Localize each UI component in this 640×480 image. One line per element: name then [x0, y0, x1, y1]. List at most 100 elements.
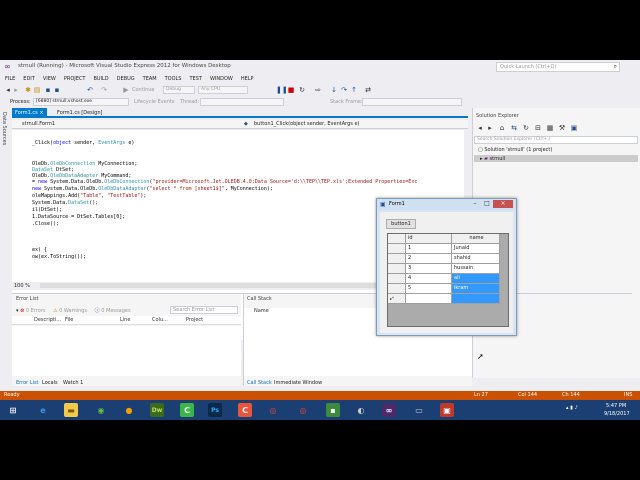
row-header[interactable]	[388, 244, 406, 254]
cell-id[interactable]: 5	[406, 284, 452, 294]
minimize-icon[interactable]: –	[469, 200, 481, 208]
menu-file[interactable]: FILE	[5, 75, 15, 84]
cell-id-new[interactable]	[406, 294, 452, 304]
button1[interactable]: button1	[386, 219, 416, 229]
new-row-marker[interactable]: ▸*	[388, 294, 406, 304]
step-over-icon[interactable]: ↷	[340, 86, 348, 94]
tab-locals[interactable]: Locals	[42, 380, 58, 386]
row-header[interactable]	[388, 254, 406, 264]
chrome-icon-2[interactable]: ◎	[296, 403, 310, 417]
quick-launch-input[interactable]: Quick Launch (Ctrl+Q) ⌕	[496, 62, 620, 72]
menu-project[interactable]: PROJECT	[64, 75, 86, 84]
row-header[interactable]	[388, 274, 406, 284]
tab-watch-1[interactable]: Watch 1	[63, 380, 83, 386]
menu-window[interactable]: WINDOW	[210, 75, 233, 84]
column-header-id[interactable]: id	[406, 234, 452, 244]
error-search-input[interactable]: Search Error List	[170, 306, 238, 314]
redo-icon[interactable]: ↷	[100, 86, 108, 94]
break-all-icon[interactable]: ❚❚	[276, 86, 288, 94]
undo-icon[interactable]: ↶	[86, 86, 94, 94]
tray-icons[interactable]: ▴ ▮ ♪	[566, 405, 578, 411]
member-navigation-dropdown[interactable]: button1_Click(object sender, EventArgs e…	[254, 121, 359, 128]
clock-date[interactable]: 9/18/2017	[604, 411, 630, 417]
platform-select[interactable]: Any CPU	[198, 86, 248, 94]
thread-select[interactable]	[200, 98, 284, 106]
tab-error-list[interactable]: Error List	[16, 380, 39, 386]
new-row[interactable]: ▸*	[388, 294, 508, 304]
row-header[interactable]	[388, 264, 406, 274]
column-line[interactable]: Line	[120, 317, 130, 323]
tab-immediate-window[interactable]: Immediate Window	[274, 380, 322, 386]
continue-icon[interactable]: ▶	[122, 86, 130, 94]
clock-time[interactable]: 5:47 PM	[606, 403, 626, 409]
cell-name[interactable]: Junaid	[452, 244, 500, 254]
visual-studio-taskbar-icon[interactable]: ∞	[382, 403, 396, 417]
table-row[interactable]: 2 shahid	[388, 254, 508, 264]
app-icon-3[interactable]: ▭	[412, 403, 426, 417]
cell-name[interactable]: hussain	[452, 264, 500, 274]
windows-start-icon[interactable]: ⊞	[6, 403, 20, 417]
table-row[interactable]: 5 ikram	[388, 284, 508, 294]
zoom-level[interactable]: 100 %	[14, 283, 30, 289]
row-header-corner[interactable]	[388, 234, 406, 244]
back-icon[interactable]: ◂	[4, 86, 12, 94]
save-icon[interactable]: ▪	[44, 86, 52, 94]
home-icon[interactable]: ⌂	[498, 124, 506, 132]
open-folder-icon[interactable]: ▤	[33, 86, 41, 94]
menu-help[interactable]: HELP	[241, 75, 254, 84]
collapse-all-icon[interactable]: ⊟	[534, 124, 542, 132]
app-icon[interactable]: C	[238, 403, 252, 417]
view-code-icon[interactable]: ▣	[570, 124, 578, 132]
column-name[interactable]: Name	[254, 308, 269, 314]
back-icon[interactable]: ◂	[476, 124, 484, 132]
tool-icon[interactable]: ▪	[326, 403, 340, 417]
new-project-icon[interactable]: ✱	[24, 86, 32, 94]
data-sources-tab[interactable]: Data Sources	[1, 112, 7, 145]
type-navigation-dropdown[interactable]: strnull.Form1	[22, 121, 55, 128]
stop-debugging-icon[interactable]: ■	[287, 86, 295, 94]
data-grid-view[interactable]: id name 1 Junaid 2 shahid 3 hussain 4 al…	[387, 233, 509, 327]
table-row[interactable]: 3 hussain	[388, 264, 508, 274]
close-icon[interactable]: ×	[493, 200, 513, 208]
chrome-icon[interactable]: ◎	[266, 403, 280, 417]
tab-form1-cs[interactable]: Form1.cs ×	[12, 108, 47, 118]
messages-count[interactable]: 0 Messages	[101, 308, 130, 314]
tab-form1-design[interactable]: Form1.cs [Design]	[54, 108, 105, 118]
show-next-statement-icon[interactable]: ⇨	[314, 86, 322, 94]
column-project[interactable]: Project	[186, 317, 203, 323]
configuration-select[interactable]: Debug	[163, 86, 195, 94]
table-row[interactable]: 4 ali	[388, 274, 508, 284]
cell-name-selected[interactable]: ikram	[452, 284, 500, 294]
menu-build[interactable]: BUILD	[93, 75, 108, 84]
menu-team[interactable]: TEAM	[143, 75, 157, 84]
cell-id[interactable]: 1	[406, 244, 452, 254]
cell-name-selected[interactable]: ali	[452, 274, 500, 284]
user-icon[interactable]: ●	[122, 403, 136, 417]
forward-icon[interactable]: ▸	[486, 124, 494, 132]
cell-id[interactable]: 3	[406, 264, 452, 274]
menu-test[interactable]: TEST	[189, 75, 201, 84]
solution-node[interactable]: ▢ Solution 'strnull' (1 project)	[478, 147, 552, 153]
form1-titlebar[interactable]: ▣ Form1 – □ ×	[377, 199, 516, 210]
row-header[interactable]	[388, 284, 406, 294]
solution-search-input[interactable]: Search Solution Explorer (Ctrl+;)	[474, 136, 638, 144]
maximize-icon[interactable]: □	[481, 200, 493, 208]
app-icon-2[interactable]: ◐	[354, 403, 368, 417]
media-icon[interactable]: ◉	[94, 403, 108, 417]
warnings-count[interactable]: 0 Warnings	[59, 308, 87, 314]
column-column[interactable]: Colu...	[152, 317, 168, 323]
internet-explorer-icon[interactable]: e	[36, 403, 50, 417]
lifecycle-events-label[interactable]: Lifecycle Events	[134, 99, 174, 105]
properties-icon[interactable]: ⚒	[558, 124, 566, 132]
column-header-name[interactable]: name	[452, 234, 500, 244]
column-description[interactable]: Descripti...	[34, 317, 61, 323]
restart-icon[interactable]: ↻	[298, 86, 306, 94]
show-all-files-icon[interactable]: ▦	[546, 124, 554, 132]
cell-name[interactable]: shahid	[452, 254, 500, 264]
sync-icon[interactable]: ⇆	[510, 124, 518, 132]
cell-id[interactable]: 2	[406, 254, 452, 264]
tab-call-stack[interactable]: Call Stack	[247, 380, 272, 386]
save-all-icon[interactable]: ▪	[53, 86, 61, 94]
photoshop-icon[interactable]: Ps	[208, 403, 222, 417]
cell-id[interactable]: 4	[406, 274, 452, 284]
